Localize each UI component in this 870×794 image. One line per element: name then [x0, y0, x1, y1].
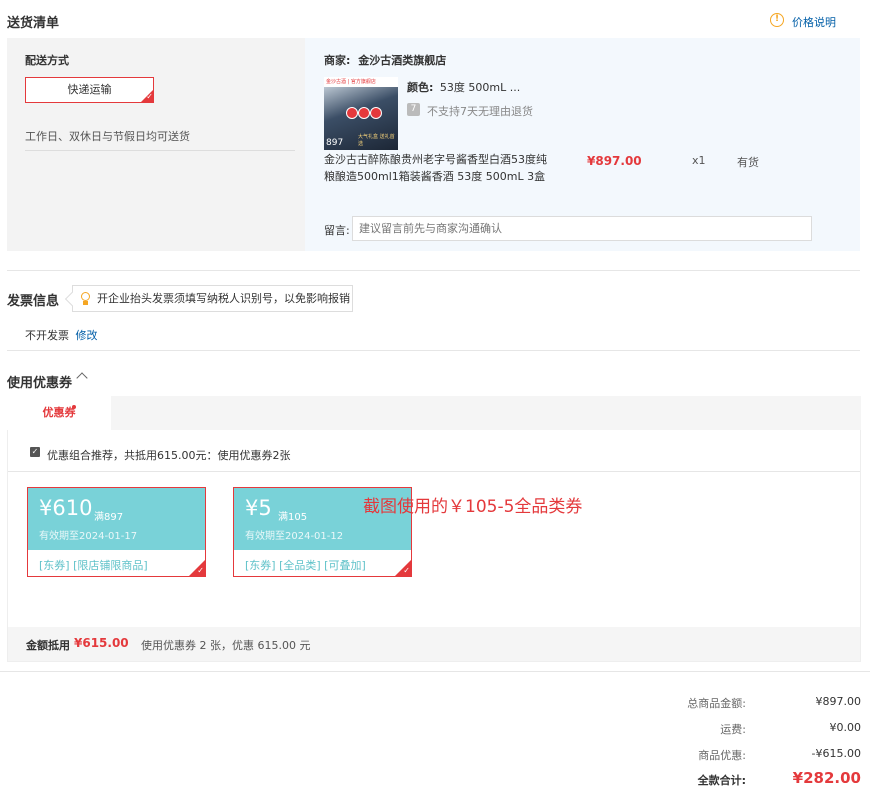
divider	[0, 671, 870, 672]
divider	[25, 150, 295, 151]
color-value: 53度 500mL ...	[439, 81, 521, 94]
product-image-price: 897	[326, 138, 344, 148]
memo-label: 留言:	[324, 224, 350, 237]
color-line: 颜色: 53度 500mL ...	[407, 79, 520, 95]
goods-total-value: ¥897.00	[815, 695, 862, 708]
grand-total-value: ¥282.00	[792, 769, 861, 787]
checkbox-checked-icon[interactable]: ✓	[30, 447, 40, 457]
invoice-tip: 开企业抬头发票须填写纳税人识别号，以免影响报销	[64, 285, 353, 312]
section-title-invoice: 发票信息	[7, 294, 60, 309]
divider	[7, 350, 860, 351]
merchant-line: 商家: 金沙古酒类旗舰店	[324, 52, 446, 68]
bottle-shape	[370, 107, 382, 119]
express-shipping-label: 快递运输	[67, 83, 112, 96]
section-title-delivery: 送货清单	[7, 16, 60, 31]
no-return-icon: 7	[407, 103, 420, 116]
lightbulb-icon-base	[83, 301, 88, 305]
coupon-expiry: 有效期至2024-01-17	[39, 531, 138, 542]
goods-total-label: 总商品金额:	[687, 697, 746, 710]
selected-check-icon: ✓	[395, 560, 411, 576]
product-qty: x1	[692, 154, 706, 167]
invoice-status-line: 不开发票 修改	[25, 327, 98, 343]
chevron-up-icon[interactable]	[76, 372, 88, 384]
express-shipping-button[interactable]: 快递运输 ✓	[25, 77, 154, 103]
coupon-summary-amount: ¥615.00	[74, 636, 129, 650]
coupon-tab-bar	[7, 396, 861, 430]
discount-value: -¥615.00	[811, 747, 861, 760]
invoice-tip-text: 开企业抬头发票须填写纳税人识别号，以免影响报销	[97, 292, 350, 305]
coupon-expiry: 有效期至2024-01-12	[245, 531, 344, 542]
info-icon[interactable]: !	[770, 13, 784, 27]
bottle-shape	[358, 107, 370, 119]
annotation-text: 截图使用的￥105-5全品类券	[363, 497, 583, 517]
delivery-method-label: 配送方式	[25, 54, 69, 67]
discount-label: 商品优惠:	[698, 749, 746, 762]
freight-value: ¥0.00	[829, 721, 862, 734]
product-image-banner: 金沙古酒 | 官方旗舰店	[324, 77, 398, 87]
coupon-condition: 满897	[94, 512, 124, 523]
invoice-edit-link[interactable]: 修改	[76, 329, 98, 342]
coupon-summary-label: 金额抵用	[26, 639, 70, 652]
delivery-time-desc: 工作日、双休日与节假日均可送货	[25, 130, 190, 143]
divider	[7, 270, 860, 271]
red-dot-icon	[72, 405, 76, 409]
no-return-text: 不支持7天无理由退货	[427, 105, 533, 118]
grand-total-label: 全款合计:	[697, 774, 746, 787]
tab-coupons-label: 优惠券	[42, 406, 76, 419]
tab-coupons[interactable]: 优惠券	[7, 396, 111, 430]
color-label: 颜色:	[407, 81, 434, 94]
coupon-tags: [东券] [全品类] [可叠加]	[245, 559, 366, 572]
selected-check-icon: ✓	[141, 90, 153, 102]
coupon-card[interactable]: ¥610 满897 有效期至2024-01-17 [东券] [限店铺限商品] ✓	[27, 487, 206, 577]
merchant-name[interactable]: 金沙古酒类旗舰店	[358, 54, 446, 67]
coupon-amount: ¥610	[39, 496, 93, 520]
price-note-link[interactable]: 价格说明	[792, 14, 836, 30]
coupon-summary-desc: 使用优惠券 2 张，优惠 615.00 元	[141, 639, 311, 652]
bottle-shape	[346, 107, 358, 119]
coupon-summary-bar: 金额抵用 ¥615.00 使用优惠券 2 张，优惠 615.00 元	[8, 627, 860, 661]
merchant-label: 商家:	[324, 54, 351, 67]
tip-arrow	[64, 291, 80, 307]
combo-recommend-text: 优惠组合推荐，共抵用615.00元：使用优惠券2张	[47, 449, 291, 462]
memo-input[interactable]	[352, 216, 812, 241]
coupon-tags: [东券] [限店铺限商品]	[39, 559, 148, 572]
product-image-caption: 大气礼盒 送礼首选	[358, 134, 395, 147]
section-title-coupons[interactable]: 使用优惠券	[7, 372, 72, 391]
product-image[interactable]: 金沙古酒 | 官方旗舰店 大气礼盒 送礼首选 897	[324, 77, 398, 150]
freight-label: 运费:	[720, 723, 746, 736]
divider	[8, 471, 860, 472]
invoice-status: 不开发票	[25, 329, 69, 342]
coupon-condition: 满105	[278, 512, 308, 523]
product-name[interactable]: 金沙古古醉陈酿贵州老字号酱香型白酒53度纯粮酿造500ml1箱装酱香酒 53度 …	[324, 151, 549, 185]
product-price: ¥897.00	[587, 154, 642, 168]
stock-status: 有货	[737, 156, 759, 169]
delivery-method-panel	[7, 38, 305, 251]
selected-check-icon: ✓	[189, 560, 205, 576]
lightbulb-icon	[81, 292, 90, 301]
coupon-amount: ¥5	[245, 496, 272, 520]
